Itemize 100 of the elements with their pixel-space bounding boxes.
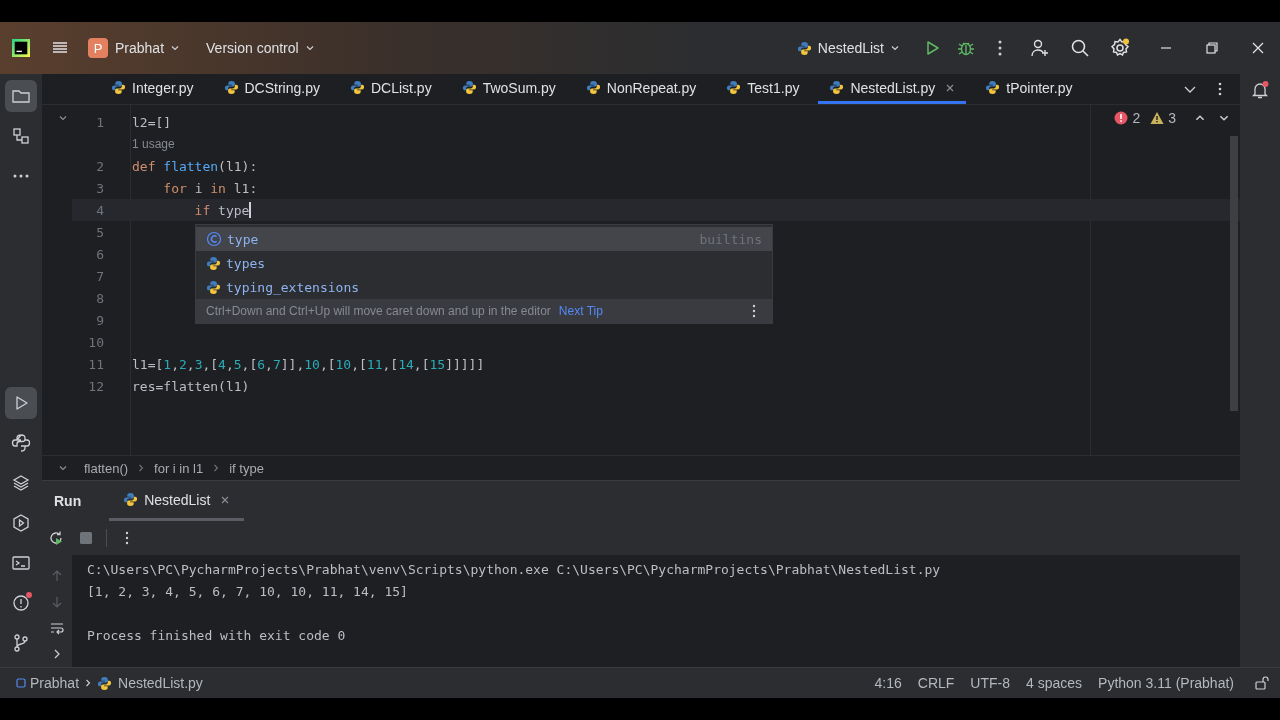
editor-tab[interactable]: DCList.py [338, 74, 443, 104]
status-item[interactable]: Python 3.11 (Prabhat) [1098, 675, 1234, 691]
warning-count[interactable]: 3 [1168, 110, 1176, 126]
class-icon [206, 231, 222, 247]
console-line: C:\Users\PC\PycharmProjects\Prabhat\venv\Scripts\python.exe C:\Users\PC\PycharmProjects\Prabhat\NestedList.py [87, 561, 941, 579]
python-icon [206, 255, 221, 271]
python-icon [97, 675, 113, 691]
python-icon [796, 40, 812, 56]
completion-item[interactable]: types [196, 251, 772, 275]
path-item[interactable]: NestedList.py [97, 675, 203, 691]
usage-hint[interactable]: 1 usage [132, 137, 175, 151]
editor-tab[interactable]: Test1.py [715, 74, 811, 104]
line-number: 6 [95, 246, 104, 262]
rerun-icon[interactable] [48, 530, 64, 546]
line-number: 9 [95, 312, 104, 328]
close-icon[interactable] [220, 494, 231, 505]
text-caret [249, 202, 252, 218]
unlocked-icon[interactable] [1254, 675, 1270, 691]
status-item[interactable]: 4:16 [874, 675, 902, 691]
terminal-icon [11, 553, 31, 573]
line-number: 1 [95, 114, 104, 130]
problems-icon [11, 593, 31, 613]
status-item[interactable]: CRLF [917, 675, 955, 691]
tool-window-button[interactable] [5, 387, 37, 419]
completion-item[interactable]: typing_extensions [196, 275, 772, 299]
panel-title: Run [54, 493, 82, 509]
notification-bell-icon[interactable] [1250, 80, 1270, 100]
tool-window-button[interactable] [5, 80, 37, 112]
line-number: 8 [95, 290, 104, 306]
chevron-down-icon [170, 43, 181, 53]
python-icon [111, 80, 126, 95]
hexagon-play-icon [11, 513, 31, 533]
python-icon [206, 279, 221, 295]
editor-tab[interactable]: Integer.py [100, 74, 205, 104]
run-config-name: NestedList [817, 40, 884, 56]
run-tab[interactable]: NestedList [109, 481, 245, 521]
settings-icon[interactable] [1110, 38, 1130, 58]
chevron-down-icon [890, 43, 900, 53]
tip-text: Ctrl+Down and Ctrl+Up will move caret down and up in the editor [206, 304, 551, 318]
python-icon [726, 80, 742, 95]
add-user-icon[interactable] [1030, 38, 1050, 58]
chevron-down-icon [304, 43, 315, 53]
search-icon[interactable] [1070, 38, 1090, 58]
code-line: res=flatten(l1) [132, 378, 250, 394]
more-icon [13, 174, 29, 178]
status-item[interactable]: UTF-8 [970, 675, 1010, 691]
layers-icon [11, 473, 31, 493]
python-icon [461, 80, 477, 95]
editor-tab[interactable]: tPointer.py [974, 74, 1084, 104]
code-line: for i in l1: [162, 180, 258, 196]
error-icon [1114, 111, 1129, 125]
project-badge: P [88, 38, 108, 58]
console-line: Process finished with exit code 0 [87, 627, 347, 645]
python-icon [123, 492, 139, 507]
close-icon[interactable] [945, 82, 956, 93]
scrollbar[interactable] [1230, 136, 1238, 411]
line-number: 7 [95, 268, 104, 284]
breadcrumb[interactable]: flatten() [80, 460, 133, 476]
vcs-label: Version control [206, 40, 299, 56]
editor-tab[interactable]: DCString.py [212, 74, 331, 104]
python-icon [349, 80, 365, 95]
python-icon [223, 80, 239, 95]
breadcrumb[interactable]: for i in l1 [150, 460, 208, 476]
line-number: 10 [87, 334, 104, 350]
alert-dot [26, 592, 32, 598]
line-number: 4 [95, 202, 104, 218]
project-name: Prabhat [115, 40, 165, 56]
python-icon [985, 80, 1001, 95]
project-selector[interactable]: P Prabhat [80, 34, 189, 62]
line-number: 5 [95, 224, 104, 240]
stop-icon[interactable] [78, 530, 94, 546]
error-count[interactable]: 2 [1132, 110, 1141, 126]
line-number: 11 [87, 356, 104, 372]
editor-tab[interactable]: NestedList.py [818, 74, 967, 104]
python-icon [585, 80, 601, 95]
editor-tab[interactable]: TwoSum.py [450, 74, 567, 104]
line-number: 12 [87, 378, 104, 394]
code-line: l2=[] [132, 114, 172, 130]
vcs-selector[interactable]: Version control [198, 36, 323, 60]
python-outline-icon [11, 433, 31, 453]
code-line: l1=[1,2,3,[4,5,[6,7]],10,[10,[11,[14,[15]]]]] [132, 356, 485, 372]
app-logo [12, 39, 30, 57]
fold-icon[interactable] [58, 463, 68, 473]
code-line: if type [193, 202, 250, 218]
editor-tab[interactable]: NonRepeat.py [574, 74, 708, 104]
git-icon [11, 633, 31, 653]
code-line: def flatten(l1): [132, 158, 258, 174]
status-item[interactable]: 4 spaces [1026, 675, 1083, 691]
warning-icon [1150, 111, 1165, 125]
path-item[interactable]: Prabhat [16, 675, 80, 691]
breadcrumb[interactable]: if type [225, 460, 268, 476]
python-icon [829, 80, 845, 95]
soft-wrap-icon[interactable] [50, 621, 64, 635]
structure-icon [11, 126, 31, 146]
fold-icon[interactable] [58, 113, 68, 123]
run-config-selector[interactable]: NestedList [788, 36, 908, 60]
line-number: 3 [95, 180, 104, 196]
module-icon [16, 678, 26, 688]
console-line: [1, 2, 3, 4, 5, 6, 7, 10, 10, 11, 14, 15] [87, 583, 409, 601]
line-number: 2 [95, 158, 104, 174]
